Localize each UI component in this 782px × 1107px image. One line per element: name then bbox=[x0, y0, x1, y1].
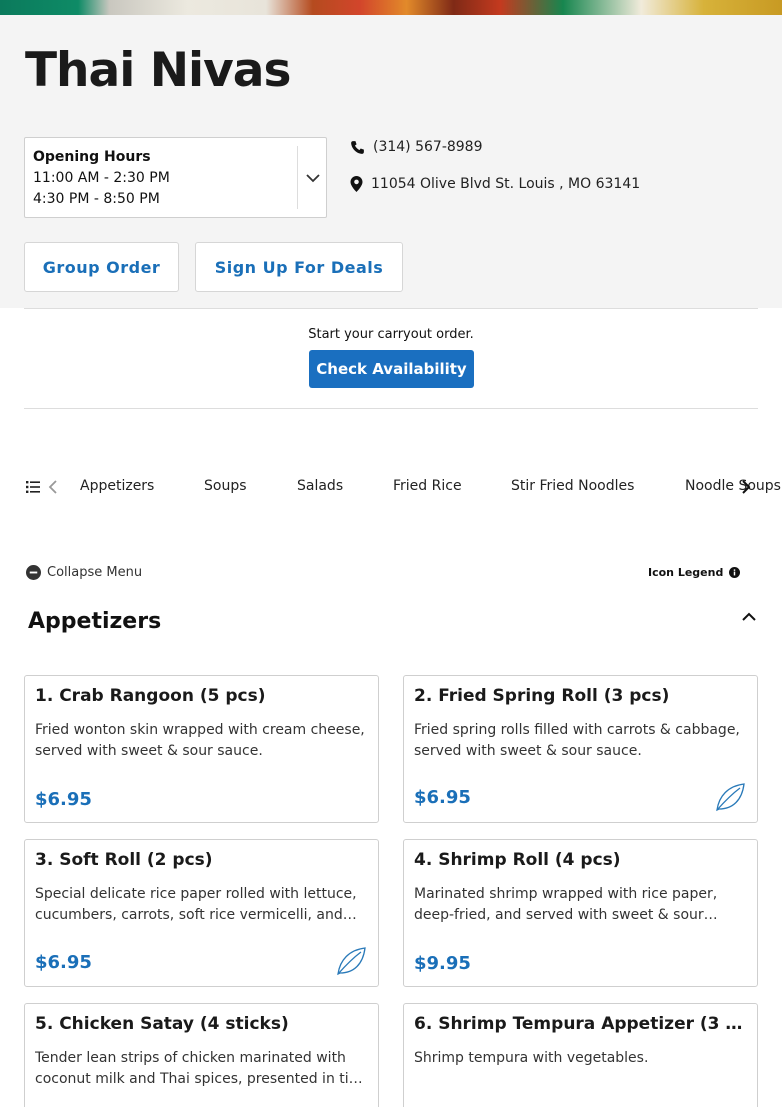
menu-item-description: Tender lean strips of chicken marinated … bbox=[35, 1050, 366, 1087]
collapse-menu-label: Collapse Menu bbox=[47, 565, 143, 580]
menu-item-name: 6. Shrimp Tempura Appetizer (3 pcs) bbox=[414, 1014, 744, 1034]
address-text: 11054 Olive Blvd St. Louis , MO 63141 bbox=[371, 176, 641, 192]
menu-item-name: 4. Shrimp Roll (4 pcs) bbox=[414, 850, 621, 870]
menu-item-price: $6.95 bbox=[35, 789, 92, 810]
group-order-button[interactable]: Group Order bbox=[24, 242, 179, 292]
menu-item-description: Fried wonton skin wrapped with cream che… bbox=[35, 722, 365, 759]
hero-banner-image bbox=[0, 0, 782, 15]
hours-divider bbox=[297, 146, 298, 209]
vegetarian-leaf-icon bbox=[337, 947, 366, 976]
category-tab-fried-rice[interactable]: Fried Rice bbox=[393, 478, 462, 494]
divider bbox=[24, 308, 758, 309]
menu-item-name: 3. Soft Roll (2 pcs) bbox=[35, 850, 213, 870]
menu-item-description: Marinated shrimp wrapped with rice paper… bbox=[414, 886, 718, 923]
category-tab-soups[interactable]: Soups bbox=[204, 478, 247, 494]
menu-item-description: Special delicate rice paper rolled with … bbox=[35, 886, 357, 923]
vegetarian-leaf-icon bbox=[716, 783, 745, 812]
address-link[interactable]: 11054 Olive Blvd St. Louis , MO 63141 bbox=[350, 176, 640, 192]
icon-legend-label: Icon Legend bbox=[648, 566, 724, 579]
opening-hours-dropdown[interactable]: Opening Hours 11:00 AM - 2:30 PM 4:30 PM… bbox=[24, 137, 327, 218]
hours-line: 4:30 PM - 8:50 PM bbox=[33, 191, 160, 207]
menu-item-description: Shrimp tempura with vegetables. bbox=[414, 1050, 649, 1066]
menu-item-name: 1. Crab Rangoon (5 pcs) bbox=[35, 686, 266, 706]
map-pin-icon bbox=[350, 176, 363, 192]
menu-item-price: $9.95 bbox=[414, 953, 471, 974]
category-tab-appetizers[interactable]: Appetizers bbox=[80, 478, 154, 494]
check-availability-button[interactable]: Check Availability bbox=[309, 350, 474, 388]
menu-item-description: Fried spring rolls filled with carrots &… bbox=[414, 722, 740, 759]
phone-icon bbox=[351, 140, 364, 154]
list-icon[interactable] bbox=[26, 480, 40, 494]
sign-up-deals-button[interactable]: Sign Up For Deals bbox=[195, 242, 403, 292]
carryout-prompt: Start your carryout order. bbox=[308, 327, 474, 342]
chevron-right-icon[interactable] bbox=[740, 479, 752, 495]
category-tab-stir-fried-noodles[interactable]: Stir Fried Noodles bbox=[511, 478, 634, 494]
menu-item-price: $6.95 bbox=[35, 952, 92, 973]
menu-item-name: 5. Chicken Satay (4 sticks) bbox=[35, 1014, 289, 1034]
opening-hours-title: Opening Hours bbox=[33, 149, 151, 165]
chevron-up-icon[interactable] bbox=[741, 610, 757, 624]
chevron-left-icon[interactable] bbox=[47, 479, 59, 495]
section-title: Appetizers bbox=[28, 609, 162, 634]
icon-legend-button[interactable]: Icon Legend bbox=[648, 566, 741, 579]
menu-item-card[interactable]: 4. Shrimp Roll (4 pcs) Marinated shrimp … bbox=[403, 839, 758, 987]
collapse-menu-button[interactable]: Collapse Menu bbox=[26, 565, 142, 580]
phone-link[interactable]: (314) 567-8989 bbox=[350, 139, 483, 155]
menu-item-card[interactable]: 1. Crab Rangoon (5 pcs) Fried wonton ski… bbox=[24, 675, 379, 823]
menu-item-card[interactable]: 2. Fried Spring Roll (3 pcs) Fried sprin… bbox=[403, 675, 758, 823]
category-tab-noodle-soups[interactable]: Noodle Soups bbox=[685, 478, 781, 494]
menu-item-card[interactable]: 5. Chicken Satay (4 sticks) Tender lean … bbox=[24, 1003, 379, 1107]
category-tab-salads[interactable]: Salads bbox=[297, 478, 343, 494]
menu-item-card[interactable]: 6. Shrimp Tempura Appetizer (3 pcs) Shri… bbox=[403, 1003, 758, 1107]
minus-circle-icon bbox=[26, 565, 41, 580]
divider bbox=[24, 408, 758, 409]
category-nav: Appetizers Soups Salads Fried Rice Stir … bbox=[0, 470, 782, 504]
menu-item-price: $6.95 bbox=[414, 787, 471, 808]
phone-number: (314) 567-8989 bbox=[373, 139, 483, 155]
menu-item-card[interactable]: 3. Soft Roll (2 pcs) Special delicate ri… bbox=[24, 839, 379, 987]
restaurant-name: Thai Nivas bbox=[25, 43, 291, 98]
hours-line: 11:00 AM - 2:30 PM bbox=[33, 170, 170, 186]
menu-item-name: 2. Fried Spring Roll (3 pcs) bbox=[414, 686, 670, 706]
info-icon bbox=[729, 567, 741, 578]
chevron-down-icon[interactable] bbox=[305, 170, 321, 186]
